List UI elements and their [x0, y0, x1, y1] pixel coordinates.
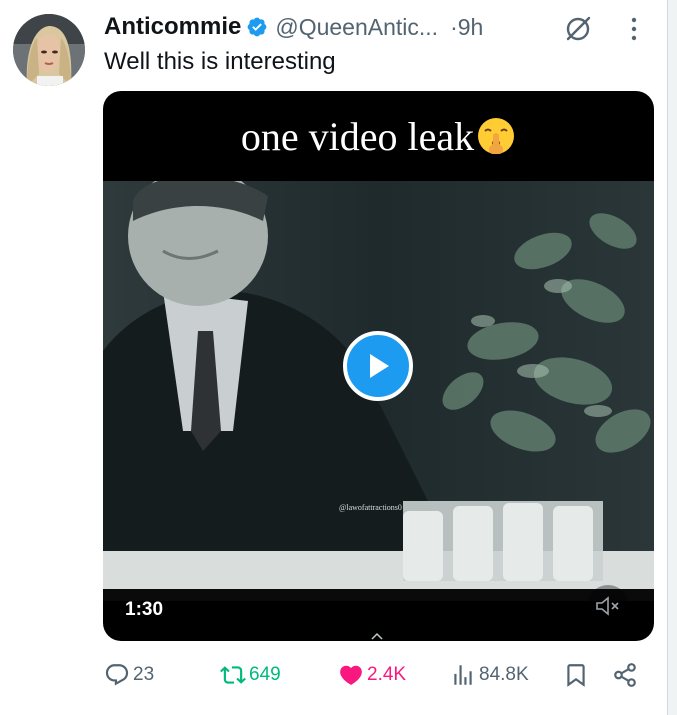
timestamp[interactable]: 9h — [458, 14, 484, 41]
tweet-action-bar: 23 649 2.4K 84.8K — [0, 660, 677, 690]
analytics-icon — [454, 665, 472, 685]
video-watermark: @lawofattractions0 — [339, 503, 402, 512]
display-name[interactable]: Anticommie — [104, 13, 241, 41]
views-button[interactable]: 84.8K — [450, 660, 529, 690]
mute-toggle[interactable] — [587, 585, 629, 627]
verified-badge-icon[interactable] — [246, 16, 268, 38]
view-count: 84.8K — [479, 664, 529, 685]
play-button[interactable] — [343, 331, 413, 401]
avatar[interactable] — [13, 14, 85, 86]
muted-speaker-icon — [596, 596, 619, 616]
bookmark-button[interactable] — [563, 660, 589, 690]
more-options-icon[interactable] — [630, 16, 638, 42]
repost-count: 649 — [249, 664, 281, 685]
video-duration: 1:30 — [125, 599, 164, 620]
shushing-face-emoji-icon — [478, 118, 515, 154]
bookmark-icon — [567, 664, 585, 687]
user-handle[interactable]: @QueenAntic... — [275, 14, 438, 41]
like-count: 2.4K — [367, 664, 407, 685]
video-caption-text: one video leak — [240, 113, 475, 159]
chevron-up-icon — [371, 632, 383, 640]
grok-icon[interactable] — [563, 14, 593, 44]
video-caption-overlay: one video leak — [103, 91, 654, 181]
tweet-header: Anticommie @QueenAntic... · 9h — [104, 12, 483, 42]
repost-button[interactable]: 649 — [220, 660, 281, 690]
share-icon — [614, 663, 636, 687]
reply-count: 23 — [133, 664, 155, 685]
reply-icon — [105, 664, 129, 686]
play-icon — [370, 354, 389, 378]
separator-dot: · — [450, 13, 458, 40]
repost-icon — [220, 666, 246, 684]
reply-button[interactable]: 23 — [104, 660, 154, 690]
tweet-text: Well this is interesting — [104, 48, 336, 75]
video-player[interactable]: one video leak @lawofattractions0 1:30 — [103, 91, 654, 641]
timeline-gutter — [668, 0, 677, 715]
heart-icon — [340, 665, 362, 685]
like-button[interactable]: 2.4K — [338, 660, 406, 690]
share-button[interactable] — [612, 660, 638, 690]
avatar-image — [13, 14, 85, 86]
